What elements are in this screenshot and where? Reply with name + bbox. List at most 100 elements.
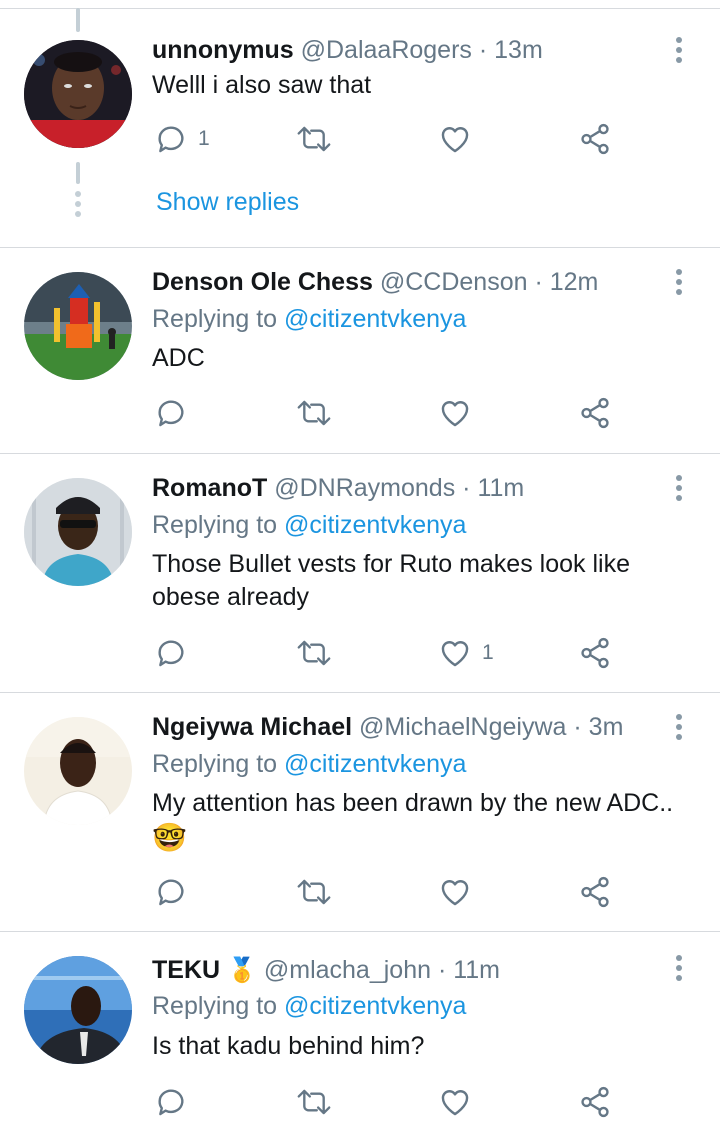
tweet-text: Those Bullet vests for Ruto makes look l…	[152, 550, 630, 611]
author-handle[interactable]: @MichaelNgeiywa	[359, 713, 566, 741]
replying-to-label: Replying to	[152, 305, 285, 333]
retweet-icon	[297, 1089, 331, 1115]
reply-button[interactable]	[154, 1082, 188, 1122]
action-bar	[152, 1082, 632, 1122]
more-vertical-icon[interactable]	[664, 707, 694, 747]
author-name[interactable]: TEKU	[152, 956, 220, 984]
retweet-button[interactable]	[296, 1082, 332, 1122]
reply-icon	[158, 879, 184, 906]
action-bar	[152, 393, 632, 433]
like-count: 1	[482, 641, 494, 664]
timestamp[interactable]: 11m	[477, 474, 524, 502]
timestamp[interactable]: 3m	[589, 713, 624, 741]
tweet-item[interactable]: Denson Ole Chess @CCDenson · 12m Replyin…	[0, 248, 720, 453]
author-name[interactable]: unnonymus	[152, 36, 294, 64]
like-button[interactable]	[438, 872, 472, 912]
tweet-header: Denson Ole Chess @CCDenson · 12m	[152, 266, 650, 298]
replying-to-label: Replying to	[152, 750, 285, 778]
author-name[interactable]: Ngeiywa Michael	[152, 713, 352, 741]
avatar[interactable]	[24, 717, 132, 825]
tweet-item[interactable]: Ngeiywa Michael @MichaelNgeiywa · 3m Rep…	[0, 693, 720, 931]
retweet-button[interactable]	[296, 119, 332, 159]
heart-icon	[441, 127, 469, 153]
retweet-button[interactable]	[296, 872, 332, 912]
tweet-item[interactable]: TEKU 🥇 @mlacha_john · 11m Replying to @c…	[0, 932, 720, 1126]
reply-icon	[158, 1089, 184, 1116]
share-button[interactable]	[578, 872, 612, 912]
tweet-feed: unnonymus @DalaaRogers · 13m Welll i als…	[0, 0, 720, 1126]
avatar[interactable]	[24, 40, 132, 148]
reply-button[interactable]	[154, 633, 188, 673]
more-vertical-icon[interactable]	[664, 468, 694, 508]
action-bar: 1	[152, 119, 632, 159]
retweet-button[interactable]	[296, 393, 332, 433]
thread-line	[76, 162, 80, 184]
gold-medal-emoji: 🥇	[227, 957, 257, 984]
separator-dot: ·	[462, 474, 471, 502]
heart-icon	[441, 641, 469, 667]
more-vertical-icon[interactable]	[664, 262, 694, 302]
avatar[interactable]	[24, 272, 132, 380]
share-icon	[581, 876, 609, 908]
separator-dot: ·	[573, 713, 582, 741]
retweet-icon	[297, 879, 331, 905]
show-replies-link[interactable]: Show replies	[156, 186, 299, 218]
tweet-text: Is that kadu behind him?	[152, 1032, 425, 1060]
mention-link[interactable]: @citizentvkenya	[284, 511, 466, 539]
tweet-header: unnonymus @DalaaRogers · 13m	[152, 34, 650, 66]
reply-icon	[158, 640, 184, 667]
reply-button[interactable]	[154, 393, 188, 433]
avatar[interactable]	[24, 478, 132, 586]
avatar[interactable]	[24, 956, 132, 1064]
reply-count: 1	[198, 127, 210, 150]
retweet-icon	[297, 126, 331, 152]
share-button[interactable]	[578, 1082, 612, 1122]
replying-to-label: Replying to	[152, 511, 285, 539]
tweet-item[interactable]: RomanoT @DNRaymonds · 11m Replying to @c…	[0, 454, 720, 692]
like-button[interactable]	[438, 1082, 472, 1122]
replying-to-label: Replying to	[152, 992, 285, 1020]
heart-icon	[441, 401, 469, 427]
replying-to: Replying to @citizentvkenya	[152, 990, 466, 1022]
share-icon	[581, 637, 609, 669]
retweet-button[interactable]	[296, 633, 332, 673]
author-handle[interactable]: @mlacha_john	[264, 956, 431, 984]
tweet-text: ADC	[152, 344, 205, 372]
more-vertical-icon[interactable]	[664, 30, 694, 70]
mention-link[interactable]: @citizentvkenya	[284, 992, 466, 1020]
like-button[interactable]: 1	[438, 633, 494, 673]
reply-icon	[158, 400, 184, 427]
reply-icon	[158, 126, 184, 153]
thread-dots-icon	[74, 191, 82, 217]
tweet-text: Welll i also saw that	[152, 71, 372, 99]
author-name[interactable]: Denson Ole Chess	[152, 268, 373, 296]
author-handle[interactable]: @DalaaRogers	[301, 36, 472, 64]
reply-button[interactable]: 1	[154, 119, 210, 159]
like-button[interactable]	[438, 119, 472, 159]
replying-to: Replying to @citizentvkenya	[152, 303, 466, 335]
like-button[interactable]	[438, 393, 472, 433]
timestamp[interactable]: 11m	[453, 956, 500, 984]
author-handle[interactable]: @CCDenson	[380, 268, 528, 296]
replying-to: Replying to @citizentvkenya	[152, 748, 466, 780]
share-button[interactable]	[578, 119, 612, 159]
nerd-face-emoji: 🤓	[152, 822, 187, 853]
heart-icon	[441, 880, 469, 906]
author-handle[interactable]: @DNRaymonds	[274, 474, 455, 502]
more-vertical-icon[interactable]	[664, 948, 694, 988]
timestamp[interactable]: 13m	[494, 36, 543, 64]
thread-line	[76, 8, 80, 32]
timestamp[interactable]: 12m	[550, 268, 599, 296]
action-bar: 1	[152, 633, 632, 673]
tweet-item[interactable]: unnonymus @DalaaRogers · 13m Welll i als…	[0, 0, 720, 247]
tweet-text: My attention has been drawn by the new A…	[152, 789, 674, 817]
author-name[interactable]: RomanoT	[152, 474, 267, 502]
share-button[interactable]	[578, 393, 612, 433]
retweet-icon	[297, 400, 331, 426]
mention-link[interactable]: @citizentvkenya	[284, 305, 466, 333]
mention-link[interactable]: @citizentvkenya	[284, 750, 466, 778]
share-button[interactable]	[578, 633, 612, 673]
reply-button[interactable]	[154, 872, 188, 912]
tweet-header: Ngeiywa Michael @MichaelNgeiywa · 3m	[152, 711, 650, 743]
share-icon	[581, 397, 609, 429]
